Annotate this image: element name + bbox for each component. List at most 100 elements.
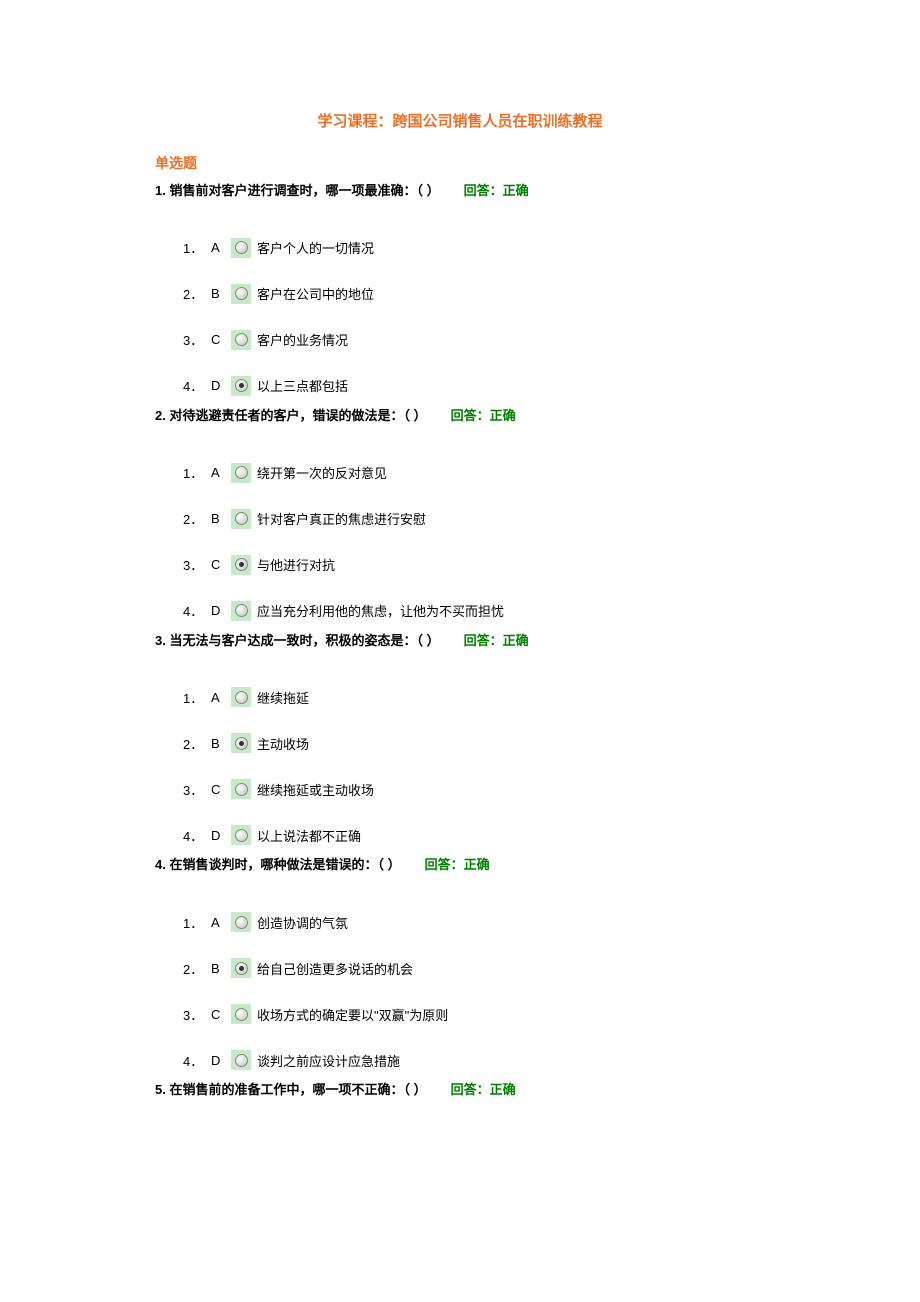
option-row: 2．B主动收场 xyxy=(183,733,765,753)
option-index: 3． xyxy=(183,330,203,349)
radio-button[interactable] xyxy=(235,241,248,254)
option-index: 3． xyxy=(183,780,203,799)
radio-wrap xyxy=(231,912,251,932)
option-letter: A xyxy=(211,690,225,705)
question-line: 3. 当无法与客户达成一致时，积极的姿态是：（ ） 回答：正确 xyxy=(155,631,765,652)
radio-wrap xyxy=(231,1050,251,1070)
option-text: 继续拖延 xyxy=(257,688,765,707)
option-index: 1． xyxy=(183,688,203,707)
radio-button[interactable] xyxy=(235,916,248,929)
option-row: 4．D以上说法都不正确 xyxy=(183,825,765,845)
option-letter: D xyxy=(211,603,225,618)
radio-wrap xyxy=(231,687,251,707)
option-letter: A xyxy=(211,240,225,255)
question-line: 2. 对待逃避责任者的客户，错误的做法是：（ ）回答：正确 xyxy=(155,406,765,427)
option-letter: D xyxy=(211,378,225,393)
radio-button[interactable] xyxy=(235,558,248,571)
answer-feedback: 回答：正确 xyxy=(451,408,516,423)
radio-button[interactable] xyxy=(235,1054,248,1067)
option-row: 1．A客户个人的一切情况 xyxy=(183,238,765,258)
radio-wrap xyxy=(231,733,251,753)
option-row: 3．C与他进行对抗 xyxy=(183,555,765,575)
option-row: 3．C客户的业务情况 xyxy=(183,330,765,350)
option-row: 3． C 收场方式的确定要以"双赢"为原则 xyxy=(183,1004,765,1024)
radio-button[interactable] xyxy=(235,783,248,796)
radio-wrap xyxy=(231,463,251,483)
question-line: 5. 在销售前的准备工作中，哪一项不正确：（ ）回答：正确 xyxy=(155,1080,765,1101)
radio-button[interactable] xyxy=(235,829,248,842)
option-text: 谈判之前应设计应急措施 xyxy=(257,1051,765,1070)
radio-button[interactable] xyxy=(235,691,248,704)
radio-wrap xyxy=(231,555,251,575)
option-text: 以上三点都包括 xyxy=(257,376,765,395)
options-list: 1． A 继续拖延 2．B主动收场 3． C 继续拖延或主动收场 4．D以上说法都不正确 xyxy=(155,687,765,845)
option-letter: D xyxy=(211,1053,225,1068)
answer-feedback: 回答：正确 xyxy=(464,633,529,648)
option-text: 收场方式的确定要以"双赢"为原则 xyxy=(257,1005,765,1024)
answer-feedback: 回答：正确 xyxy=(425,857,490,872)
option-row: 2． B 给自己创造更多说话的机会 xyxy=(183,958,765,978)
radio-wrap xyxy=(231,825,251,845)
radio-wrap xyxy=(231,958,251,978)
radio-button[interactable] xyxy=(235,1008,248,1021)
option-letter: B xyxy=(211,961,225,976)
option-letter: B xyxy=(211,511,225,526)
option-row: 2．B客户在公司中的地位 xyxy=(183,284,765,304)
option-index: 3． xyxy=(183,1005,203,1024)
option-letter: A xyxy=(211,915,225,930)
radio-button[interactable] xyxy=(235,333,248,346)
question-number: 3. xyxy=(155,633,169,648)
option-text: 创造协调的气氛 xyxy=(257,913,765,932)
option-text: 以上说法都不正确 xyxy=(257,826,765,845)
option-index: 3． xyxy=(183,555,203,574)
option-row: 4．D谈判之前应设计应急措施 xyxy=(183,1050,765,1070)
options-list: 1．A创造协调的气氛2．B给自己创造更多说话的机会3．C收场方式的确定要以"双赢… xyxy=(155,912,765,1070)
question-number: 4. xyxy=(155,857,169,872)
radio-wrap xyxy=(231,601,251,621)
page-container: 学习课程：跨国公司销售人员在职训练教程 单选题 1. 销售前对客户进行调查时，哪… xyxy=(0,0,920,1187)
option-row: 2．B针对客户真正的焦虑进行安慰 xyxy=(183,509,765,529)
question-block: 1. 销售前对客户进行调查时，哪一项最准确：（ ）回答：正确1．A客户个人的一切… xyxy=(155,181,765,396)
radio-button[interactable] xyxy=(235,512,248,525)
option-letter: C xyxy=(211,557,225,572)
option-text: 给自己创造更多说话的机会 xyxy=(257,959,765,978)
question-block: 2. 对待逃避责任者的客户，错误的做法是：（ ）回答：正确1．A绕开第一次的反对… xyxy=(155,406,765,621)
question-number: 1. xyxy=(155,183,169,198)
option-text: 针对客户真正的焦虑进行安慰 xyxy=(257,509,765,528)
option-index: 4． xyxy=(183,376,203,395)
radio-button[interactable] xyxy=(235,962,248,975)
radio-button[interactable] xyxy=(235,379,248,392)
questions-container: 1. 销售前对客户进行调查时，哪一项最准确：（ ）回答：正确 1． A 客户个人的一切… xyxy=(155,181,765,1101)
option-letter: B xyxy=(211,286,225,301)
answer-feedback: 回答：正确 xyxy=(451,1082,516,1097)
option-row: 1． A 继续拖延 xyxy=(183,687,765,707)
question-text: 在销售谈判时，哪种做法是错误的：（ ） xyxy=(169,857,400,872)
option-text: 客户个人的一切情况 xyxy=(257,238,765,257)
radio-button[interactable] xyxy=(235,287,248,300)
question-line: 4. 在销售谈判时，哪种做法是错误的：（ ） 回答：正确 xyxy=(155,855,765,876)
radio-button[interactable] xyxy=(235,737,248,750)
option-index: 4． xyxy=(183,601,203,620)
option-text: 继续拖延或主动收场 xyxy=(257,780,765,799)
option-index: 4． xyxy=(183,826,203,845)
question-text: 当无法与客户达成一致时，积极的姿态是：（ ） xyxy=(169,633,439,648)
option-letter: C xyxy=(211,782,225,797)
option-index: 2． xyxy=(183,734,203,753)
question-line: 1. 销售前对客户进行调查时，哪一项最准确：（ ）回答：正确 xyxy=(155,181,765,202)
radio-button[interactable] xyxy=(235,466,248,479)
options-list: 1．A绕开第一次的反对意见2．B针对客户真正的焦虑进行安慰3．C与他进行对抗4．… xyxy=(155,463,765,621)
radio-wrap xyxy=(231,238,251,258)
radio-wrap xyxy=(231,284,251,304)
radio-wrap xyxy=(231,779,251,799)
option-index: 2． xyxy=(183,959,203,978)
option-letter: C xyxy=(211,332,225,347)
question-block: 3. 当无法与客户达成一致时，积极的姿态是：（ ） 回答：正确 1． A 继续拖延 2．B… xyxy=(155,631,765,846)
option-index: 2． xyxy=(183,284,203,303)
radio-wrap xyxy=(231,376,251,396)
option-letter: C xyxy=(211,1007,225,1022)
radio-button[interactable] xyxy=(235,604,248,617)
question-text: 对待逃避责任者的客户，错误的做法是：（ ） xyxy=(169,408,426,423)
answer-feedback: 回答：正确 xyxy=(464,183,529,198)
options-list: 1．A客户个人的一切情况2．B客户在公司中的地位3．C客户的业务情况4．D以上三… xyxy=(155,238,765,396)
section-header: 单选题 xyxy=(155,153,765,173)
